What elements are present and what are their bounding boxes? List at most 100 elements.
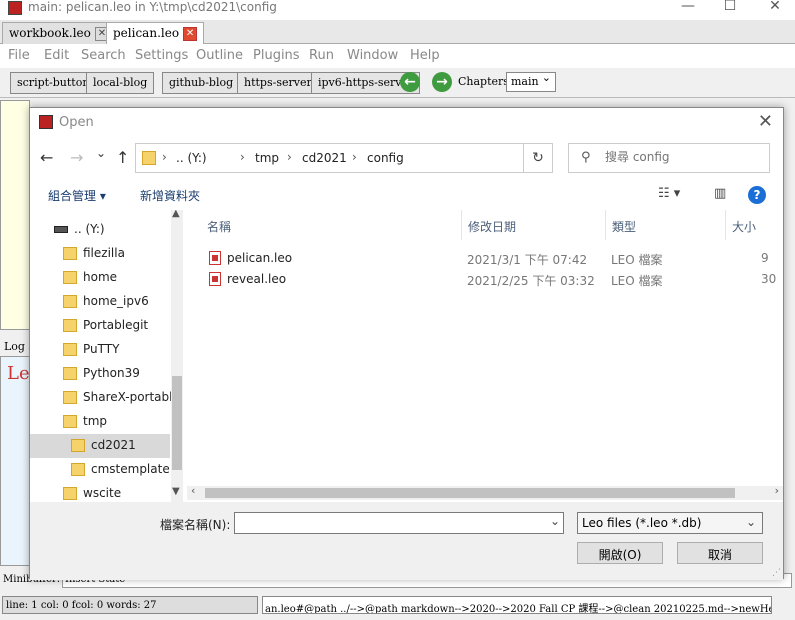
breadcrumb-config[interactable]: config — [367, 151, 404, 165]
open-dialog: Open ✕ ← → ⌄ ↑ › .. (Y:) › tmp › cd2021 … — [29, 107, 784, 580]
log-pane[interactable]: Leo — [0, 356, 40, 566]
refresh-button[interactable]: ↻ — [523, 143, 553, 173]
minimize-button[interactable]: — — [668, 0, 708, 18]
tab-workbook[interactable]: workbook.leo ✕ — [2, 22, 116, 44]
filename-input[interactable] — [234, 512, 564, 534]
menu-settings[interactable]: Settings — [135, 48, 188, 63]
chevron-down-icon: ⌄ — [745, 515, 756, 529]
folder-icon — [63, 415, 77, 428]
menu-file[interactable]: File — [8, 48, 30, 63]
cancel-button[interactable]: 取消 — [677, 542, 763, 564]
file-type-filter[interactable]: Leo files (*.leo *.db) ⌄ — [577, 512, 763, 534]
tree-item-cd2021[interactable]: cd2021 — [30, 434, 170, 458]
script-button[interactable]: script-button — [10, 72, 97, 94]
https-server-button[interactable]: https-server — [237, 72, 319, 94]
folder-icon — [63, 295, 77, 308]
tab-pelican[interactable]: pelican.leo ✕ — [106, 22, 205, 44]
search-input[interactable] — [605, 150, 755, 164]
back-arrow-icon[interactable]: ← — [400, 72, 420, 92]
open-button[interactable]: 開啟(O) — [577, 542, 663, 564]
file-date: 2021/3/1 下午 07:42 — [467, 253, 588, 267]
maximize-button[interactable]: ☐ — [710, 0, 750, 18]
resize-grip-icon[interactable]: ⋰ — [772, 568, 781, 578]
menu-edit[interactable]: Edit — [44, 48, 69, 63]
tree-item-putty[interactable]: PuTTY — [30, 338, 170, 362]
log-tab[interactable]: Log — [4, 340, 25, 353]
breadcrumb-tmp[interactable]: tmp — [255, 151, 279, 165]
file-name: pelican.leo — [227, 251, 293, 265]
tree-item-label: home_ipv6 — [83, 294, 149, 308]
file-list-hscrollbar[interactable]: ‹ › — [187, 484, 783, 500]
tree-item-home[interactable]: home — [30, 266, 170, 290]
tab-label: workbook.leo — [9, 26, 91, 40]
menu-help[interactable]: Help — [410, 48, 440, 63]
breadcrumb-drive[interactable]: .. (Y:) — [176, 151, 207, 165]
search-box[interactable]: ⚲ — [568, 143, 770, 173]
window-title: main: pelican.leo in Y:\tmp\cd2021\confi… — [28, 0, 277, 14]
leo-file-icon — [209, 272, 221, 286]
scroll-down-icon[interactable]: ▼ — [172, 486, 180, 497]
hscroll-thumb[interactable] — [205, 488, 735, 498]
tree-item-label: Portablegit — [83, 318, 149, 332]
chapters-select[interactable]: main — [506, 71, 556, 92]
chevron-right-icon: › — [162, 150, 167, 164]
scroll-left-icon[interactable]: ‹ — [191, 484, 195, 497]
tree-item-drive[interactable]: .. (Y:) — [30, 218, 170, 242]
menu-window[interactable]: Window — [347, 48, 398, 63]
tree-item-python39[interactable]: Python39 — [30, 362, 170, 386]
leo-app-icon — [39, 115, 53, 129]
tree-item-portablegit[interactable]: Portablegit — [30, 314, 170, 338]
window-close-button[interactable]: ✕ — [755, 0, 795, 18]
column-divider[interactable] — [605, 210, 606, 240]
tree-item-filezilla[interactable]: filezilla — [30, 242, 170, 266]
github-blog-button[interactable]: github-blog — [162, 72, 241, 94]
preview-pane-icon[interactable]: ▥ — [714, 186, 726, 201]
tree-item-home-ipv6[interactable]: home_ipv6 — [30, 290, 170, 314]
forward-icon[interactable]: → — [70, 148, 83, 167]
tree-item-sharex[interactable]: ShareX-portabl — [30, 386, 172, 410]
menu-plugins[interactable]: Plugins — [253, 48, 300, 63]
file-row[interactable]: pelican.leo 2021/3/1 下午 07:42 LEO 檔案 9 — [201, 248, 783, 270]
file-list: ⌃ 名稱 修改日期 類型 大小 pelican.leo 2021/3/1 下午 … — [187, 210, 783, 502]
help-icon[interactable]: ? — [748, 186, 766, 204]
scroll-up-icon[interactable]: ▲ — [172, 210, 180, 219]
file-row[interactable]: reveal.leo 2021/2/25 下午 03:32 LEO 檔案 30 — [201, 269, 783, 291]
new-folder-button[interactable]: 新增資料夾 — [140, 187, 200, 204]
tree-item-cmstemplate[interactable]: cmstemplate — [30, 458, 170, 482]
local-blog-button[interactable]: local-blog — [86, 72, 155, 94]
outline-pane[interactable] — [0, 100, 30, 330]
tree-scroll-thumb[interactable] — [172, 376, 182, 470]
column-header-name[interactable]: 名稱 — [207, 218, 231, 235]
organize-menu[interactable]: 組合管理 ▾ — [48, 187, 106, 204]
recent-locations-icon[interactable]: ⌄ — [96, 146, 106, 160]
menu-search[interactable]: Search — [81, 48, 126, 63]
scroll-right-icon[interactable]: › — [775, 484, 779, 497]
menu-run[interactable]: Run — [309, 48, 334, 63]
view-options-icon[interactable]: ☷ ▾ — [658, 186, 680, 201]
tree-item-tmp[interactable]: tmp — [30, 410, 170, 434]
column-divider[interactable] — [725, 210, 726, 240]
chevron-right-icon: › — [352, 150, 357, 164]
folder-icon — [63, 487, 77, 500]
forward-arrow-icon[interactable]: → — [432, 72, 452, 92]
dialog-title: Open — [59, 115, 94, 130]
tree-scrollbar[interactable]: ▲ ▼ — [171, 210, 183, 502]
folder-icon — [63, 247, 77, 260]
back-icon[interactable]: ← — [40, 148, 53, 167]
column-header-type[interactable]: 類型 — [612, 218, 636, 235]
up-folder-icon[interactable]: ↑ — [116, 148, 129, 167]
folder-icon — [63, 319, 77, 332]
dialog-close-button[interactable]: ✕ — [758, 111, 773, 132]
column-divider[interactable] — [461, 210, 462, 240]
tree-item-wscite[interactable]: wscite — [30, 482, 170, 502]
chapters-value: main — [511, 75, 539, 88]
chevron-right-icon: › — [240, 150, 245, 164]
menu-outline[interactable]: Outline — [196, 48, 243, 63]
column-header-date[interactable]: 修改日期 — [468, 218, 516, 235]
column-header-size[interactable]: 大小 — [732, 218, 756, 235]
tree-item-label: wscite — [83, 486, 122, 500]
breadcrumb-cd2021[interactable]: cd2021 — [302, 151, 347, 165]
dialog-footer: 檔案名稱(N): ⌄ Leo files (*.leo *.db) ⌄ 開啟(O… — [30, 502, 783, 580]
address-bar[interactable]: › .. (Y:) › tmp › cd2021 › config ⌄ — [135, 143, 616, 173]
tab-close-icon[interactable]: ✕ — [183, 26, 198, 41]
